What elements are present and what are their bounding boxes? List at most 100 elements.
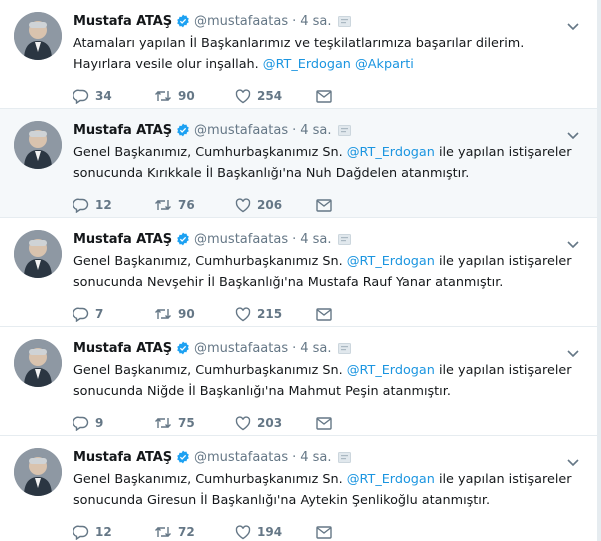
author-handle[interactable]: @mustafaatas xyxy=(194,232,288,247)
tweet-text-line: sonucunda Niğde İl Başkanlığı'na Mahmut … xyxy=(73,384,451,399)
timestamp[interactable]: 4 sa. xyxy=(300,450,331,465)
tweet-actions: 9 75 203 xyxy=(73,412,585,434)
retweet-button[interactable]: 72 xyxy=(154,525,235,539)
reply-button[interactable]: 12 xyxy=(73,525,154,540)
reply-icon xyxy=(73,307,89,322)
reply-button[interactable]: 34 xyxy=(73,89,154,104)
tweet-text-segment: ile yapılan istişareler xyxy=(434,254,572,269)
chevron-down-icon[interactable] xyxy=(567,125,579,144)
chevron-down-icon[interactable] xyxy=(567,343,579,362)
retweet-count: 72 xyxy=(178,525,195,539)
author-name[interactable]: Mustafa ATAŞ xyxy=(73,341,172,356)
retweet-button[interactable]: 90 xyxy=(154,307,235,321)
verified-badge-icon xyxy=(176,123,190,137)
retweet-button[interactable]: 90 xyxy=(154,89,235,103)
separator-dot: · xyxy=(292,231,297,247)
translate-icon xyxy=(337,124,351,136)
author-name[interactable]: Mustafa ATAŞ xyxy=(73,123,172,138)
avatar[interactable] xyxy=(14,339,62,387)
separator-dot: · xyxy=(292,449,297,465)
tweet-text-line: sonucunda Nevşehir İl Başkanlığı'na Must… xyxy=(73,275,504,290)
mention-link[interactable]: @RT_Erdogan xyxy=(347,254,435,269)
like-button[interactable]: 206 xyxy=(235,197,316,213)
direct-message-button[interactable] xyxy=(316,525,397,539)
envelope-icon xyxy=(316,416,332,430)
tweet-header: Mustafa ATAŞ @mustafaatas · 4 sa. xyxy=(73,339,585,357)
timestamp[interactable]: 4 sa. xyxy=(300,232,331,247)
tweet-text-line: Genel Başkanımız, Cumhurbaşkanımız Sn. @… xyxy=(73,360,585,381)
tweet-text-segment: Hayırlara vesile olur inşallah. xyxy=(73,57,263,72)
direct-message-button[interactable] xyxy=(316,307,397,321)
avatar[interactable] xyxy=(14,448,62,496)
author-name[interactable]: Mustafa ATAŞ xyxy=(73,450,172,465)
retweet-button[interactable]: 75 xyxy=(154,416,235,430)
retweet-icon xyxy=(154,307,172,321)
retweet-icon xyxy=(154,416,172,430)
tweet-text-line: sonucunda Kırıkkale İl Başkanlığı'na Nuh… xyxy=(73,166,470,181)
like-count: 215 xyxy=(257,307,283,321)
mention-link[interactable]: @RT_Erdogan xyxy=(347,363,435,378)
retweet-count: 90 xyxy=(178,307,195,321)
direct-message-button[interactable] xyxy=(316,198,397,212)
retweet-count: 76 xyxy=(178,198,195,212)
reply-count: 7 xyxy=(95,307,104,321)
author-handle[interactable]: @mustafaatas xyxy=(194,14,288,29)
reply-button[interactable]: 12 xyxy=(73,198,154,213)
timestamp[interactable]: 4 sa. xyxy=(300,341,331,356)
mention-link[interactable]: @RT_Erdogan xyxy=(263,57,351,72)
reply-count: 9 xyxy=(95,416,104,430)
tweet-header: Mustafa ATAŞ @mustafaatas · 4 sa. xyxy=(73,448,585,466)
chevron-down-icon[interactable] xyxy=(567,452,579,471)
like-count: 254 xyxy=(257,89,283,103)
tweet[interactable]: Mustafa ATAŞ @mustafaatas · 4 sa. Genel … xyxy=(0,327,597,436)
tweet-text-segment: Genel Başkanımız, Cumhurbaşkanımız Sn. xyxy=(73,145,347,160)
tweet-text-line: Atamaları yapılan İl Başkanlarımız ve te… xyxy=(73,36,525,51)
like-count: 194 xyxy=(257,525,283,539)
author-name[interactable]: Mustafa ATAŞ xyxy=(73,232,172,247)
avatar[interactable] xyxy=(14,12,62,60)
separator-dot: · xyxy=(292,340,297,356)
direct-message-button[interactable] xyxy=(316,416,397,430)
timestamp[interactable]: 4 sa. xyxy=(300,123,331,138)
chevron-down-icon[interactable] xyxy=(567,16,579,35)
timestamp[interactable]: 4 sa. xyxy=(300,14,331,29)
like-button[interactable]: 194 xyxy=(235,524,316,540)
mention-link[interactable]: @Akparti xyxy=(355,57,414,72)
like-count: 203 xyxy=(257,416,283,430)
tweet-actions: 12 76 206 xyxy=(73,194,585,216)
separator-dot: · xyxy=(292,122,297,138)
tweet[interactable]: Mustafa ATAŞ @mustafaatas · 4 sa. Genel … xyxy=(0,218,597,327)
mention-link[interactable]: @RT_Erdogan xyxy=(347,145,435,160)
tweet-text-segment: ile yapılan istişareler xyxy=(434,472,572,487)
heart-icon xyxy=(235,88,251,104)
avatar[interactable] xyxy=(14,121,62,169)
tweet-header: Mustafa ATAŞ @mustafaatas · 4 sa. xyxy=(73,12,585,30)
tweet-text: Genel Başkanımız, Cumhurbaşkanımız Sn. @… xyxy=(73,142,585,184)
reply-icon xyxy=(73,198,89,213)
reply-button[interactable]: 9 xyxy=(73,416,154,431)
direct-message-button[interactable] xyxy=(316,89,397,103)
reply-button[interactable]: 7 xyxy=(73,307,154,322)
author-handle[interactable]: @mustafaatas xyxy=(194,123,288,138)
mention-link[interactable]: @RT_Erdogan xyxy=(347,472,435,487)
like-button[interactable]: 215 xyxy=(235,306,316,322)
like-button[interactable]: 254 xyxy=(235,88,316,104)
chevron-down-icon[interactable] xyxy=(567,234,579,253)
verified-badge-icon xyxy=(176,450,190,464)
tweet[interactable]: Mustafa ATAŞ @mustafaatas · 4 sa. Genel … xyxy=(0,109,597,218)
timeline: Mustafa ATAŞ @mustafaatas · 4 sa. Atamal… xyxy=(0,0,598,541)
retweet-icon xyxy=(154,525,172,539)
tweet[interactable]: Mustafa ATAŞ @mustafaatas · 4 sa. Atamal… xyxy=(0,0,597,109)
tweet-text-line: sonucunda Giresun İl Başkanlığı'na Aytek… xyxy=(73,493,491,508)
author-name[interactable]: Mustafa ATAŞ xyxy=(73,14,172,29)
avatar[interactable] xyxy=(14,230,62,278)
tweet-text-segment: ile yapılan istişareler xyxy=(434,363,572,378)
tweet-text-segment: Genel Başkanımız, Cumhurbaşkanımız Sn. xyxy=(73,363,347,378)
tweet[interactable]: Mustafa ATAŞ @mustafaatas · 4 sa. Genel … xyxy=(0,436,597,541)
author-handle[interactable]: @mustafaatas xyxy=(194,450,288,465)
tweet-text-line: Hayırlara vesile olur inşallah. @RT_Erdo… xyxy=(73,54,585,75)
tweet-actions: 12 72 194 xyxy=(73,521,585,541)
like-button[interactable]: 203 xyxy=(235,415,316,431)
retweet-button[interactable]: 76 xyxy=(154,198,235,212)
author-handle[interactable]: @mustafaatas xyxy=(194,341,288,356)
